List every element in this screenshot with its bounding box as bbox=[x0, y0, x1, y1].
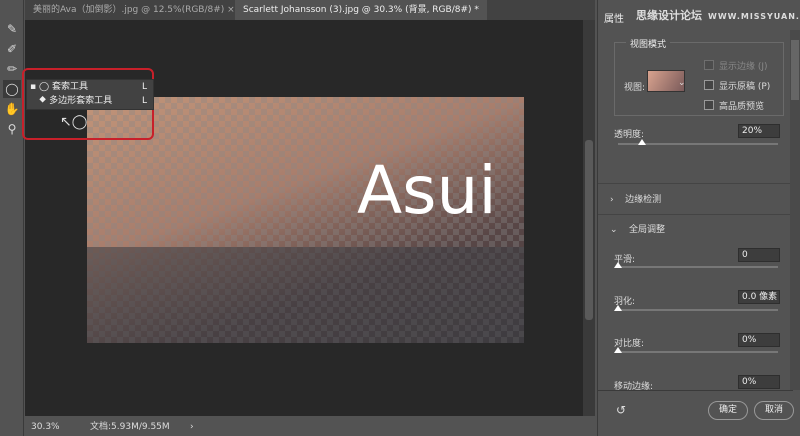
quick-selection-icon[interactable]: ✎ bbox=[3, 20, 21, 38]
smooth-input[interactable]: 0 bbox=[738, 248, 780, 262]
tab-ava[interactable]: 美丽的Ava（加倒影）.jpg @ 12.5%(RGB/8#) × bbox=[25, 0, 243, 20]
overlay-text: Asui bbox=[357, 152, 497, 229]
watermark: 思缘设计论坛WWW.MISSYUAN.COM bbox=[636, 9, 800, 22]
show-original-label: 显示原稿 (P) bbox=[719, 82, 771, 92]
shortcut: L bbox=[141, 82, 147, 92]
chevron-right-icon: › bbox=[610, 195, 614, 205]
lasso-flyout-menu: ▪ ◯ 套索工具 L ⯁ 多边形套索工具 L bbox=[26, 79, 154, 110]
feather-slider-thumb[interactable] bbox=[614, 305, 622, 311]
shortcut: L bbox=[141, 96, 147, 106]
feather-slider[interactable] bbox=[618, 309, 778, 311]
properties-panel: 属性 思缘设计论坛WWW.MISSYUAN.COM 视图模式 视图: ⌄ 显示边… bbox=[597, 0, 800, 436]
lasso-icon[interactable]: ◯ bbox=[3, 80, 21, 98]
chevron-down-icon: ⌄ bbox=[610, 225, 618, 235]
hq-preview-label: 高品质预览 bbox=[719, 102, 765, 112]
scrollbar-thumb[interactable] bbox=[791, 40, 799, 100]
panel-title: 属性 bbox=[604, 14, 624, 25]
close-icon[interactable]: × bbox=[227, 5, 235, 15]
hand-icon[interactable]: ✋ bbox=[3, 100, 21, 118]
chevron-right-icon[interactable]: › bbox=[190, 418, 194, 436]
smooth-slider[interactable] bbox=[618, 266, 778, 268]
selected-dot-icon: ▪ bbox=[30, 82, 37, 92]
show-edge-label: 显示边缘 (J) bbox=[719, 62, 768, 72]
reset-icon[interactable]: ↺ bbox=[616, 403, 626, 417]
status-bar: 30.3% 文档:5.93M/9.55M › bbox=[25, 418, 595, 436]
polygonal-lasso-icon: ⯁ bbox=[39, 96, 50, 106]
image-shadow bbox=[87, 247, 524, 343]
contrast-slider-thumb[interactable] bbox=[614, 347, 622, 353]
menu-item-label: 套索工具 bbox=[51, 82, 88, 92]
smooth-slider-thumb[interactable] bbox=[614, 262, 622, 268]
show-edge-checkbox[interactable] bbox=[704, 60, 714, 70]
hq-preview-checkbox[interactable] bbox=[704, 100, 714, 110]
menu-item-label: 多边形套索工具 bbox=[49, 96, 113, 106]
shift-edge-input[interactable]: 0% bbox=[738, 375, 780, 389]
cancel-button[interactable]: 取消 bbox=[754, 401, 794, 420]
canvas-scrollbar[interactable] bbox=[583, 20, 595, 416]
chevron-down-icon[interactable]: ⌄ bbox=[678, 78, 686, 88]
contrast-input[interactable]: 0% bbox=[738, 333, 780, 347]
brush-icon[interactable]: ✏ bbox=[3, 60, 21, 78]
tab-label: 美丽的Ava（加倒影）.jpg @ 12.5%(RGB/8#) bbox=[33, 5, 225, 15]
opacity-slider-thumb[interactable] bbox=[638, 139, 646, 145]
opacity-input[interactable]: 20% bbox=[738, 124, 780, 138]
view-label: 视图: bbox=[624, 83, 646, 93]
tab-scarlett[interactable]: Scarlett Johansson (3).jpg @ 30.3% (背景, … bbox=[235, 0, 487, 20]
menu-item-lasso[interactable]: ▪ ◯ 套索工具 L bbox=[27, 80, 153, 94]
contrast-slider[interactable] bbox=[618, 351, 778, 353]
refine-edge-brush-icon[interactable]: ✐ bbox=[3, 40, 21, 58]
scrollbar-thumb[interactable] bbox=[585, 140, 593, 320]
feather-input[interactable]: 0.0 像素 bbox=[738, 290, 780, 304]
lasso-cursor-icon: ↖◯ bbox=[60, 114, 88, 130]
toolbar: ✎ ✐ ✏ ◯ ✋ ⚲ bbox=[0, 0, 24, 436]
panel-scrollbar[interactable] bbox=[790, 30, 800, 390]
view-mode-label: 视图模式 bbox=[626, 37, 671, 50]
document-tabs: 美丽的Ava（加倒影）.jpg @ 12.5%(RGB/8#) × Scarle… bbox=[25, 0, 595, 20]
ok-button[interactable]: 确定 bbox=[708, 401, 748, 420]
tab-label: Scarlett Johansson (3).jpg @ 30.3% (背景, … bbox=[243, 5, 479, 15]
global-adjust-section[interactable]: ⌄ 全局调整 bbox=[610, 222, 665, 235]
menu-item-polygonal-lasso[interactable]: ⯁ 多边形套索工具 L bbox=[27, 94, 153, 108]
zoom-icon[interactable]: ⚲ bbox=[3, 120, 21, 138]
show-original-checkbox[interactable] bbox=[704, 80, 714, 90]
lasso-icon: ◯ bbox=[39, 82, 52, 92]
doc-size: 文档:5.93M/9.55M bbox=[90, 422, 170, 432]
edge-detection-section[interactable]: › 边缘检测 bbox=[610, 192, 661, 205]
zoom-level[interactable]: 30.3% bbox=[31, 418, 60, 436]
